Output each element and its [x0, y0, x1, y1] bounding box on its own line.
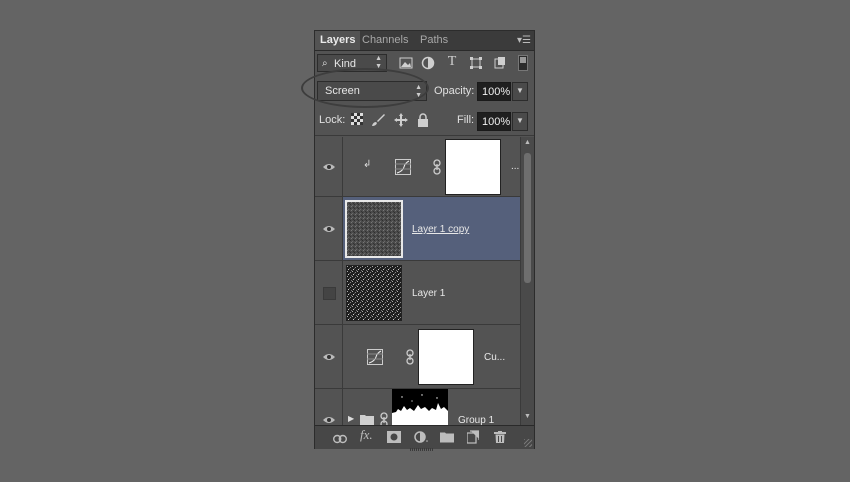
visibility-toggle[interactable] [315, 261, 343, 324]
new-group-folder-icon[interactable] [440, 430, 454, 444]
clipping-arrow-icon: ↲ [363, 159, 372, 170]
lock-row: Lock: Fill: 100% ▼ [315, 107, 534, 136]
noise-texture-image [347, 266, 401, 320]
layer-name[interactable]: Layer 1 [412, 288, 445, 299]
layer-thumbnail[interactable] [346, 265, 402, 321]
filter-type-icon[interactable]: T [445, 55, 459, 69]
curves-adjustment-icon [395, 159, 411, 175]
resize-grip-icon[interactable] [524, 439, 532, 447]
folder-icon [360, 415, 374, 425]
lock-position-move-icon[interactable] [394, 113, 408, 127]
silhouette-mask-image [392, 394, 448, 425]
filter-toggle-switch[interactable] [518, 55, 528, 71]
fill-label: Fill: [457, 114, 475, 126]
filter-adjustment-icon[interactable] [421, 56, 435, 70]
filter-smart-object-icon[interactable] [493, 56, 507, 70]
layer-row-curves[interactable]: Cu... [315, 325, 520, 389]
curves-adjustment-icon [367, 349, 383, 365]
fill-dropdown-icon[interactable]: ▼ [512, 112, 528, 131]
search-icon: ⌕ [322, 58, 328, 69]
panel-tabs: Layers Channels Paths ▾☰ [315, 31, 534, 51]
layer-mask-thumbnail[interactable] [418, 329, 474, 385]
hidden-eye-box [323, 287, 336, 300]
visibility-toggle[interactable] [315, 325, 343, 388]
blend-mode-highlight-ellipse [301, 68, 429, 108]
tab-channels[interactable]: Channels [357, 31, 413, 50]
link-chain-icon[interactable] [406, 349, 414, 365]
tab-paths[interactable]: Paths [415, 31, 453, 50]
layers-scrollbar[interactable]: ▲ ▼ [520, 137, 534, 425]
opacity-input[interactable]: 100% [477, 82, 511, 101]
panel-menu-icon[interactable]: ▾☰ [517, 35, 531, 46]
panel-bottom-grip-icon[interactable] [410, 448, 434, 451]
bottom-toolbar: fx. [315, 425, 534, 449]
delete-layer-trash-icon[interactable] [494, 430, 506, 444]
layer-name[interactable]: Layer 1 copy [412, 224, 469, 235]
layer-name[interactable]: Cu... [484, 352, 505, 363]
link-chain-icon[interactable] [380, 412, 388, 425]
layer-row-group-1[interactable]: ▶ Group 1 [315, 389, 520, 425]
visibility-toggle[interactable] [315, 137, 343, 196]
lock-image-pixels-brush-icon[interactable] [371, 113, 385, 127]
visibility-toggle[interactable] [315, 197, 343, 260]
eye-icon [323, 226, 335, 232]
layers-list: ↲ ... Layer 1 copy Layer 1 Cu... ▶ Group… [315, 137, 520, 425]
layer-row-curves-clipped[interactable]: ↲ ... [315, 137, 520, 197]
eye-icon [323, 164, 335, 170]
scroll-up-icon[interactable]: ▲ [524, 139, 531, 146]
fill-input[interactable]: 100% [477, 112, 511, 131]
tab-layers[interactable]: Layers [315, 31, 361, 50]
noise-texture-image [347, 202, 401, 256]
filter-pixel-icon[interactable] [399, 56, 413, 70]
link-layers-icon[interactable] [333, 432, 347, 446]
lock-transparent-pixels-icon[interactable] [350, 113, 364, 127]
filter-shape-icon[interactable] [469, 56, 483, 70]
layer-name[interactable]: ... [511, 161, 519, 172]
opacity-dropdown-icon[interactable]: ▼ [512, 82, 528, 101]
eye-icon [323, 417, 335, 423]
lock-all-icon[interactable] [416, 113, 430, 127]
visibility-toggle[interactable] [315, 389, 343, 425]
new-adjustment-layer-icon[interactable] [414, 430, 428, 444]
layer-row-layer-1-copy[interactable]: Layer 1 copy [315, 197, 520, 261]
new-layer-icon[interactable] [467, 430, 479, 444]
opacity-label: Opacity: [434, 85, 475, 97]
scrollbar-thumb[interactable] [524, 153, 531, 283]
eye-icon [323, 354, 335, 360]
layer-thumbnail[interactable] [345, 200, 403, 258]
expand-triangle-icon[interactable]: ▶ [348, 414, 354, 423]
layer-row-layer-1[interactable]: Layer 1 [315, 261, 520, 325]
layer-name[interactable]: Group 1 [458, 415, 494, 425]
link-chain-icon[interactable] [433, 159, 441, 175]
layer-style-fx-icon[interactable]: fx. [360, 428, 373, 442]
group-mask-thumbnail[interactable] [392, 389, 448, 425]
layer-mask-thumbnail[interactable] [445, 139, 501, 195]
lock-label: Lock: [319, 114, 346, 126]
add-mask-icon[interactable] [387, 430, 401, 444]
scroll-down-icon[interactable]: ▼ [524, 413, 531, 420]
